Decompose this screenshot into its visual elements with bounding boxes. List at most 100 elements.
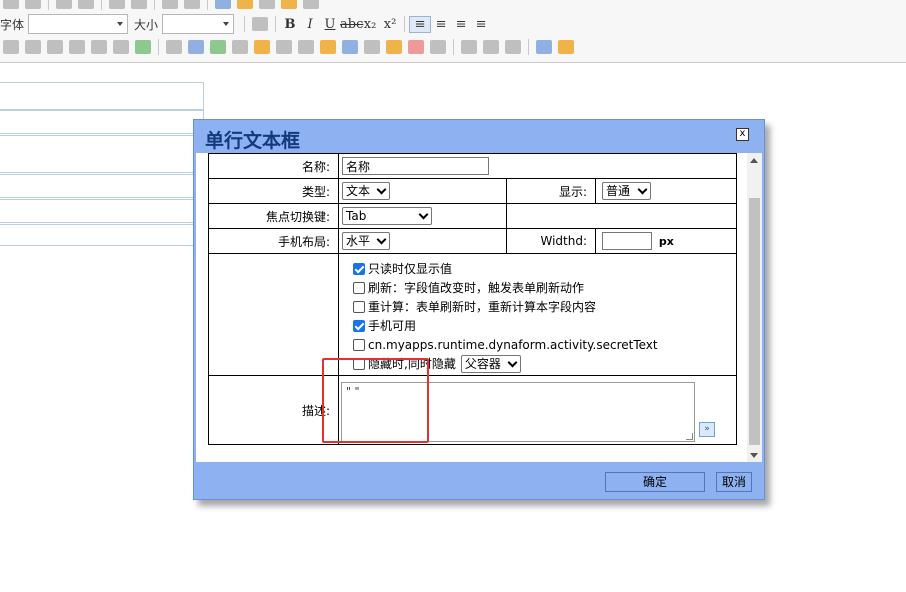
align-right-icon[interactable]: ≡ xyxy=(451,17,471,32)
resize-grip-icon[interactable] xyxy=(686,433,693,440)
cancel-button[interactable]: 取消 xyxy=(716,472,752,492)
type-select[interactable]: 文本 xyxy=(342,182,390,200)
scroll-thumb[interactable] xyxy=(749,198,760,445)
attachment-icon[interactable] xyxy=(364,40,380,54)
image-icon[interactable] xyxy=(215,0,231,9)
superscript-icon[interactable]: x² xyxy=(380,17,400,32)
toolbar-divider xyxy=(404,16,406,32)
unlink-icon[interactable] xyxy=(483,40,499,54)
image-field-icon[interactable] xyxy=(210,40,226,54)
list-icon[interactable] xyxy=(109,0,125,9)
form-icon[interactable] xyxy=(135,40,151,54)
align-justify-icon[interactable]: ≡ xyxy=(471,17,491,32)
hide-container-select[interactable]: 父容器 xyxy=(460,354,521,373)
focus-key-select[interactable]: Tab xyxy=(342,207,432,225)
indent-icon[interactable] xyxy=(162,0,178,9)
toolbar-divider xyxy=(275,16,277,32)
recalculate-checkbox[interactable] xyxy=(353,300,365,313)
font-select[interactable] xyxy=(28,14,129,34)
align-left-icon[interactable]: ≡ xyxy=(409,15,432,33)
text-field-dialog: 单行文本框 x 名称: 名称 类型: 文本 显示: 普通 焦点切换键: Tab … xyxy=(193,119,765,500)
option-refresh[interactable]: 刷新：字段值改变时，触发表单刷新动作 xyxy=(353,278,736,297)
properties-table: 名称: 名称 类型: 文本 显示: 普通 焦点切换键: Tab 手机布局: 水平… xyxy=(208,153,737,445)
qrcode-icon[interactable] xyxy=(298,40,314,54)
option-recalculate[interactable]: 重计算：表单刷新时，重新计算本字段内容 xyxy=(353,297,736,316)
outdent-icon[interactable] xyxy=(184,0,200,9)
name-input[interactable]: 名称 xyxy=(342,157,489,175)
hide-container-value: 父容器 xyxy=(464,356,501,371)
copy-icon[interactable] xyxy=(47,40,63,54)
expand-icon[interactable]: » xyxy=(699,422,715,437)
pencil-icon[interactable] xyxy=(166,40,182,54)
media-icon[interactable] xyxy=(237,0,253,9)
stop-icon[interactable] xyxy=(408,40,424,54)
edit-icon[interactable] xyxy=(78,0,94,9)
chart-icon[interactable] xyxy=(320,40,336,54)
font-color-icon[interactable] xyxy=(536,40,552,54)
anchor-icon[interactable] xyxy=(505,40,521,54)
microphone-icon[interactable] xyxy=(276,40,292,54)
close-icon[interactable]: x xyxy=(736,128,749,141)
link-icon[interactable] xyxy=(461,40,477,54)
mobile-checkbox[interactable] xyxy=(353,319,365,332)
preview-icon[interactable] xyxy=(113,40,129,54)
focus-key-value: Tab xyxy=(346,209,367,223)
highlight-color-icon[interactable] xyxy=(558,40,574,54)
undo-icon[interactable] xyxy=(3,0,19,9)
strikethrough-icon[interactable]: abc xyxy=(340,17,363,32)
option-secret-text[interactable]: cn.myapps.runtime.dynaform.activity.secr… xyxy=(353,335,736,354)
size-label: 大小 xyxy=(134,17,159,32)
bold-icon[interactable]: B xyxy=(280,17,300,32)
display-select[interactable]: 普通 xyxy=(602,182,651,200)
background-field xyxy=(0,224,194,246)
option-readonly[interactable]: 只读时仅显示值 xyxy=(353,259,736,278)
width-unit: px xyxy=(658,234,674,248)
italic-icon[interactable]: I xyxy=(300,17,320,32)
option-mobile[interactable]: 手机可用 xyxy=(353,316,736,335)
table-icon[interactable] xyxy=(56,0,72,9)
word-icon[interactable] xyxy=(342,40,358,54)
width-input[interactable] xyxy=(602,232,652,250)
underline-icon[interactable]: U xyxy=(320,17,340,32)
toolbar-divider xyxy=(158,39,159,55)
align-center-icon[interactable]: ≡ xyxy=(431,17,451,32)
background-field xyxy=(0,110,204,134)
toolbar-row-1 xyxy=(0,0,322,12)
code-icon[interactable] xyxy=(91,40,107,54)
map-pin-icon[interactable] xyxy=(254,40,270,54)
find-icon[interactable] xyxy=(252,17,269,31)
camera-icon[interactable] xyxy=(232,40,248,54)
list-icon[interactable] xyxy=(131,0,147,9)
redo-icon[interactable] xyxy=(25,0,41,9)
mobile-layout-label: 手机布局: xyxy=(208,228,339,254)
grid-icon[interactable] xyxy=(259,0,275,9)
readonly-checkbox[interactable] xyxy=(353,262,365,275)
textfield-icon[interactable] xyxy=(3,40,19,54)
highlight-box xyxy=(322,358,429,443)
background-field xyxy=(0,174,194,198)
chevron-down-icon xyxy=(637,184,648,195)
textarea-icon[interactable] xyxy=(25,40,41,54)
mobile-layout-value: 水平 xyxy=(346,234,371,248)
line-icon[interactable] xyxy=(430,40,446,54)
secret-text-checkbox[interactable] xyxy=(353,338,365,351)
type-label: 类型: xyxy=(208,178,339,204)
document-icon[interactable] xyxy=(69,40,85,54)
color-wheel-icon[interactable] xyxy=(386,40,402,54)
option-label: cn.myapps.runtime.dynaform.activity.secr… xyxy=(368,337,658,352)
focus-key-label: 焦点切换键: xyxy=(208,203,339,229)
mobile-layout-select[interactable]: 水平 xyxy=(342,232,390,250)
background-field xyxy=(0,135,194,173)
option-label: 刷新：字段值改变时，触发表单刷新动作 xyxy=(368,281,585,295)
layers-icon[interactable] xyxy=(188,40,204,54)
emoticon-icon[interactable] xyxy=(281,0,297,9)
refresh-checkbox[interactable] xyxy=(353,281,365,294)
sort-icon[interactable] xyxy=(303,0,319,9)
dialog-scrollbar[interactable] xyxy=(747,153,762,462)
ok-button[interactable]: 确定 xyxy=(605,472,705,492)
subscript-icon[interactable]: x₂ xyxy=(360,17,380,32)
size-select[interactable] xyxy=(162,14,235,34)
scroll-up-icon[interactable] xyxy=(750,158,758,163)
width-label: Widthd: xyxy=(506,228,596,254)
scroll-down-icon[interactable] xyxy=(750,453,758,458)
